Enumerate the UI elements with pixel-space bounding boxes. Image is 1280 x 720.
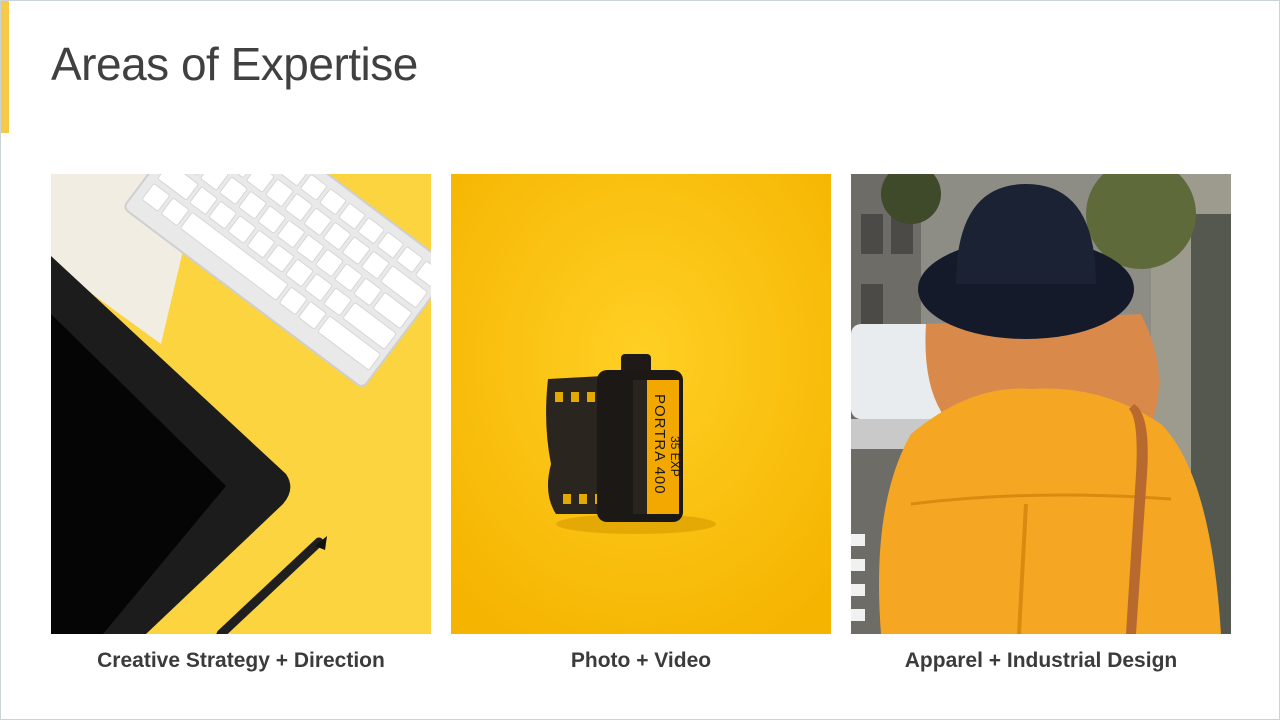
card-photo-video[interactable]: PORTRA 400 35 EXP xyxy=(451,174,831,634)
card-creative-strategy[interactable] xyxy=(51,174,431,634)
slide: Areas of Expertise PORTRA 400 35 EXP Cre… xyxy=(0,0,1280,720)
woman-yellow-coat-image xyxy=(851,174,1231,634)
film-label: PORTRA 400 xyxy=(651,394,668,495)
film-canister-image: PORTRA 400 35 EXP xyxy=(451,174,831,634)
accent-bar xyxy=(1,1,9,133)
card-apparel-design[interactable] xyxy=(851,174,1231,634)
keyboard-tablet-image xyxy=(51,174,431,634)
caption-apparel-design: Apparel + Industrial Design xyxy=(904,649,1178,672)
caption-photo-video: Photo + Video xyxy=(570,649,712,672)
caption-creative-strategy: Creative Strategy + Direction xyxy=(97,649,385,672)
slide-title: Areas of Expertise xyxy=(51,38,418,90)
film-exp-label: 35 EXP xyxy=(668,436,682,477)
